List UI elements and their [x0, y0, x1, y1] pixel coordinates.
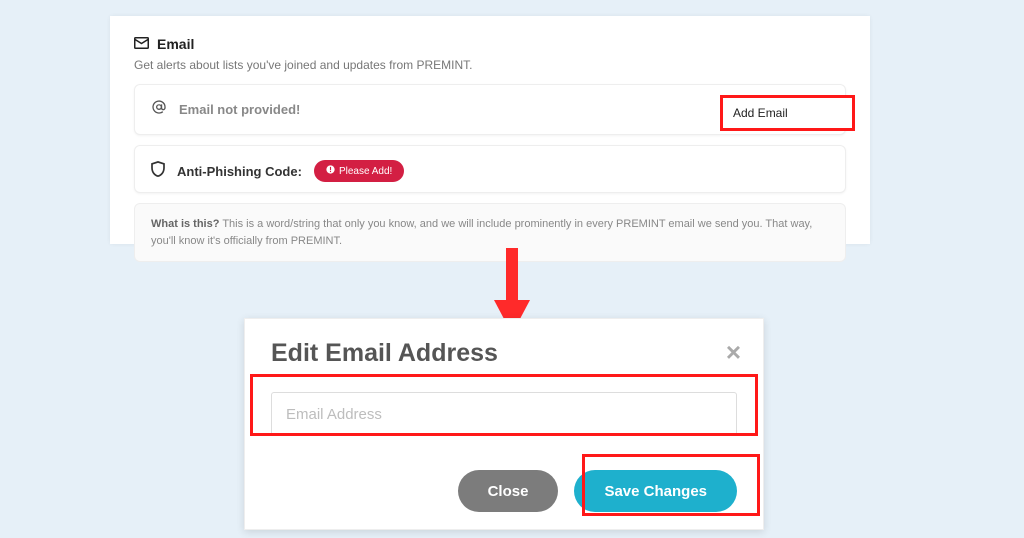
antiphishing-row: Anti-Phishing Code: Please Add! — [134, 145, 846, 193]
please-add-label: Please Add! — [339, 166, 392, 177]
shield-icon — [151, 161, 165, 182]
close-button[interactable]: Close — [458, 470, 559, 512]
close-icon[interactable]: × — [726, 337, 741, 368]
highlight-input — [250, 374, 758, 436]
info-title: What is this? — [151, 218, 219, 230]
mail-icon — [134, 36, 149, 52]
email-heading-label: Email — [157, 36, 194, 52]
antiphishing-info: What is this? This is a word/string that… — [134, 203, 846, 262]
highlight-save — [582, 454, 760, 516]
alert-icon — [326, 165, 335, 177]
add-email-label: Add Email — [733, 106, 788, 120]
at-icon — [151, 99, 167, 120]
email-heading: Email — [134, 36, 846, 52]
please-add-button[interactable]: Please Add! — [314, 160, 404, 182]
antiphishing-label: Anti-Phishing Code: — [177, 164, 302, 179]
add-email-button[interactable]: Add Email — [720, 95, 855, 131]
email-subtext: Get alerts about lists you've joined and… — [134, 58, 846, 72]
info-body: This is a word/string that only you know… — [151, 218, 812, 247]
modal-title: Edit Email Address — [271, 339, 737, 368]
email-not-provided-text: Email not provided! — [179, 102, 300, 117]
